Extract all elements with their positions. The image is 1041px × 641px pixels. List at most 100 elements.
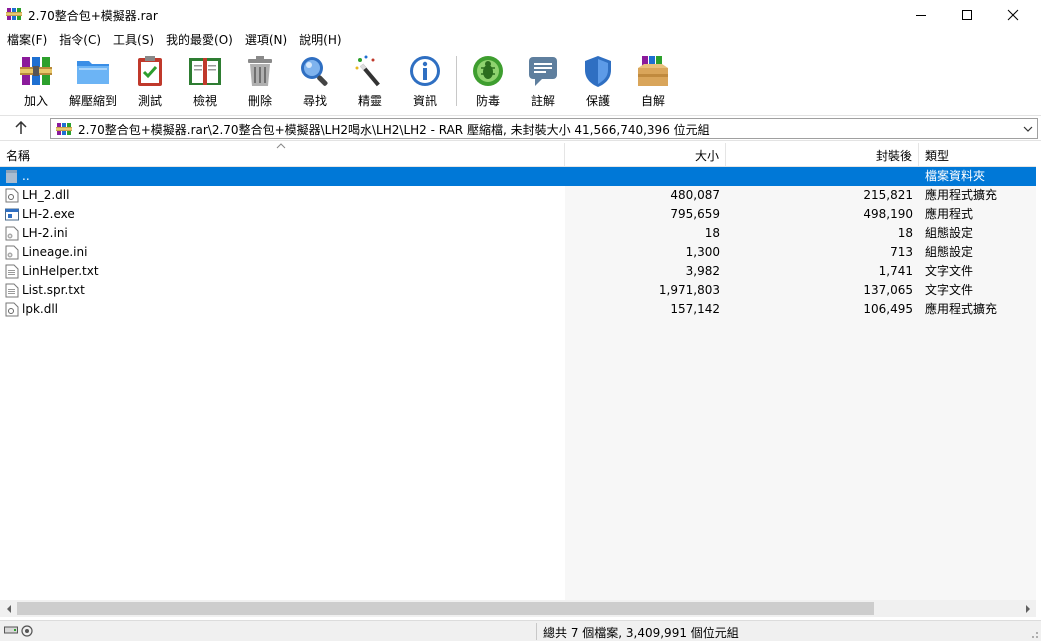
menu-help[interactable]: 說明(H) [294,30,346,50]
view-button[interactable]: 檢視 [178,54,232,110]
file-name: Lineage.ini [22,245,88,259]
sfx-button[interactable]: 自解 [626,54,680,110]
test-label: 測試 [137,94,162,108]
menu-favorites[interactable]: 我的最愛(O) [161,30,238,50]
dll-file-icon [5,302,19,317]
window-title: 2.70整合包+模擬器.rar [28,9,158,23]
file-type: 文字文件 [925,283,974,297]
file-size: 1,300 [685,245,720,259]
test-clipboard-icon [138,56,162,86]
key-icon[interactable] [21,625,33,637]
table-row[interactable]: LH-2.ini 18 18 組態設定 [0,224,1036,243]
file-size: 157,142 [670,302,720,316]
scroll-right-icon [1025,604,1030,613]
table-row[interactable]: LH-2.exe 795,659 498,190 應用程式 [0,205,1036,224]
close-button[interactable] [990,0,1036,30]
menu-tools[interactable]: 工具(S) [108,30,159,50]
file-size [565,167,720,186]
comment-button[interactable]: 註解 [516,54,570,110]
antivirus-bug-icon [473,56,503,86]
ini-file-icon [5,226,19,241]
file-name: .. [22,169,30,183]
protect-button[interactable]: 保護 [571,54,625,110]
file-packed: 106,495 [863,302,913,316]
info-icon [410,56,440,86]
file-size: 1,971,803 [658,283,720,297]
file-size: 18 [704,226,720,240]
chevron-down-icon [1023,126,1033,132]
address-path: 2.70整合包+模擬器.rar\2.70整合包+模擬器\LH2喝水\LH2\LH… [78,123,710,137]
window-edge [1036,143,1041,617]
delete-label: 刪除 [247,94,272,108]
table-row[interactable]: List.spr.txt 1,971,803 137,065 文字文件 [0,281,1036,300]
delete-trash-icon [248,56,272,86]
wizard-button[interactable]: 精靈 [343,54,397,110]
find-label: 尋找 [302,94,327,108]
menu-file[interactable]: 檔案(F) [2,30,52,50]
column-header-packed[interactable]: 封裝後 [726,143,919,167]
table-row[interactable]: lpk.dll 157,142 106,495 應用程式擴充 [0,300,1036,319]
horizontal-scrollbar[interactable] [0,600,1036,617]
minimize-button[interactable] [898,0,944,30]
exe-file-icon [5,208,19,221]
column-header-size[interactable]: 大小 [565,143,726,167]
arrow-up-icon [15,121,27,134]
folder-up-icon [6,170,17,183]
resize-grip-icon[interactable] [1029,629,1039,639]
scroll-left-button[interactable] [0,600,17,617]
table-row[interactable]: LinHelper.txt 3,982 1,741 文字文件 [0,262,1036,281]
scrollbar-thumb[interactable] [17,602,874,615]
up-folder-button[interactable] [10,118,32,138]
close-icon [1007,9,1019,21]
file-type: 檔案資料夾 [925,169,986,183]
extract-to-button[interactable]: 解壓縮到 [66,54,120,110]
menu-commands[interactable]: 指令(C) [54,30,106,50]
file-size: 795,659 [670,207,720,221]
menu-bar: 檔案(F) 指令(C) 工具(S) 我的最愛(O) 選項(N) 說明(H) [0,30,1041,50]
drive-icon[interactable] [4,625,18,635]
add-archive-icon [20,57,52,85]
comment-label: 註解 [530,94,555,108]
extract-to-folder-icon [77,61,109,84]
address-dropdown-button[interactable] [1021,121,1035,137]
table-row[interactable]: .. 檔案資料夾 [0,167,1036,186]
file-name: LH-2.exe [22,207,75,221]
test-button[interactable]: 測試 [123,54,177,110]
status-summary: 總共 7 個檔案, 3,409,991 個位元組 [543,626,739,640]
sfx-label: 自解 [640,94,665,108]
comment-icon [529,57,557,86]
maximize-button[interactable] [944,0,990,30]
address-field[interactable]: 2.70整合包+模擬器.rar\2.70整合包+模擬器\LH2喝水\LH2\LH… [50,118,1038,139]
delete-button[interactable]: 刪除 [233,54,287,110]
add-button[interactable]: 加入 [9,54,63,110]
file-packed: 498,190 [863,207,913,221]
menu-options[interactable]: 選項(N) [240,30,292,50]
file-type: 文字文件 [925,264,974,278]
table-row[interactable]: Lineage.ini 1,300 713 組態設定 [0,243,1036,262]
protect-label: 保護 [585,94,610,108]
scroll-right-button[interactable] [1019,600,1036,617]
file-size: 480,087 [670,188,720,202]
maximize-icon [962,10,972,20]
file-packed: 713 [890,245,913,259]
file-name: List.spr.txt [22,283,85,297]
list-body: .. 檔案資料夾 LH_2.dll 480,087 215,821 應用程式擴充… [0,167,1036,600]
file-type: 組態設定 [925,245,974,259]
antivirus-button[interactable]: 防毒 [461,54,515,110]
file-name: lpk.dll [22,302,58,316]
file-packed: 18 [897,226,913,240]
ini-file-icon [5,245,19,260]
find-button[interactable]: 尋找 [288,54,342,110]
file-type: 應用程式擴充 [925,302,998,316]
column-header-type[interactable]: 類型 [919,143,1036,167]
info-button[interactable]: 資訊 [398,54,452,110]
view-book-icon [189,58,221,85]
minimize-icon [916,14,926,16]
table-row[interactable]: LH_2.dll 480,087 215,821 應用程式擴充 [0,186,1036,205]
antivirus-label: 防毒 [475,94,500,108]
extract-to-label: 解壓縮到 [68,94,117,108]
file-packed: 137,065 [863,283,913,297]
file-type: 應用程式擴充 [925,188,998,202]
file-name: LH_2.dll [22,188,70,202]
wizard-wand-icon [355,55,380,87]
